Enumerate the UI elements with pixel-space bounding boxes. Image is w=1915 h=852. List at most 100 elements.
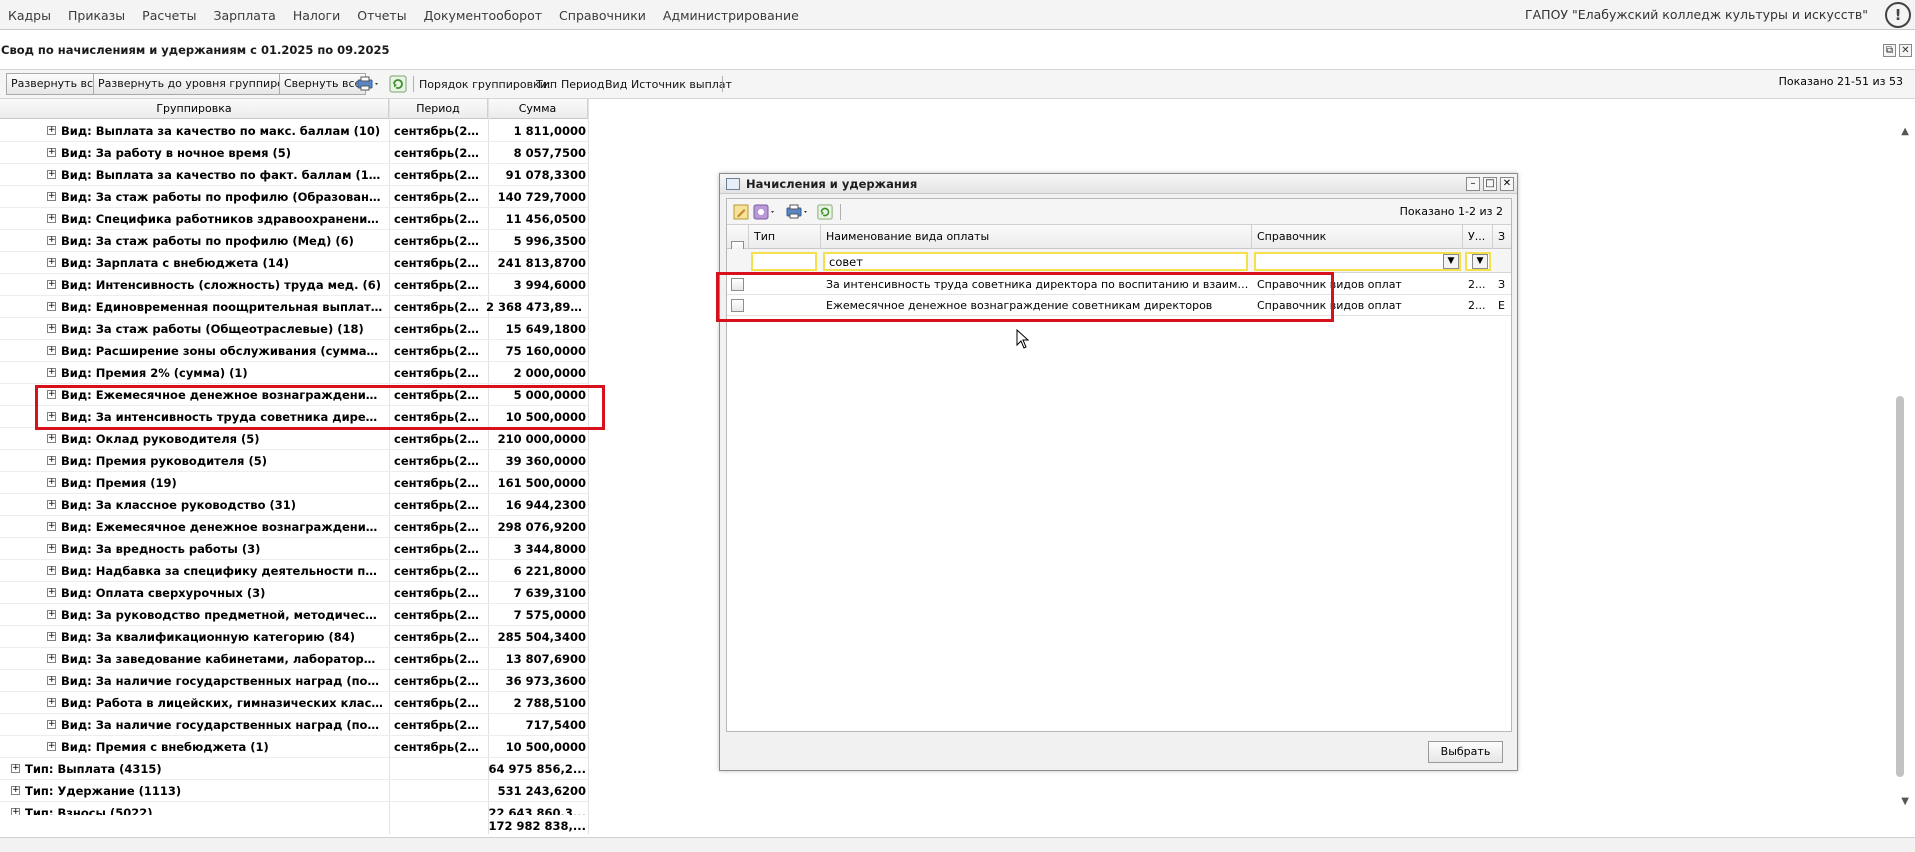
column-header-period[interactable]: Период [389,99,488,119]
kind-group-row[interactable]: + Вид: Ежемесячное денежное вознаграждени… [0,516,588,538]
column-header-u[interactable]: У... [1463,225,1493,249]
expand-to-group-level-button[interactable]: Развернуть до уровня группировки [93,73,310,95]
close-report-button[interactable]: ✕ [1899,44,1912,57]
expand-plus-icon[interactable]: + [47,324,56,333]
kind-group-row[interactable]: + Вид: Выплата за качество по макс. балла… [0,120,588,142]
expand-plus-icon[interactable]: + [47,456,56,465]
grouping-tag-payment-source[interactable]: Источник выплат [631,78,732,91]
kind-group-row[interactable]: + Вид: Оклад руководителя (5) сентябрь(202… [0,428,588,450]
column-header-type[interactable]: Тип [749,225,821,249]
kind-group-row[interactable]: + Вид: Специфика работников здравоохранен… [0,208,588,230]
printer-icon[interactable] [785,204,811,223]
expand-plus-icon[interactable]: + [47,258,56,267]
menu-item-spravochniki[interactable]: Справочники [551,8,655,23]
expand-plus-icon[interactable]: + [47,522,56,531]
expand-plus-icon[interactable]: + [47,742,56,751]
menu-item-otchety[interactable]: Отчеты [349,8,415,23]
kind-group-row[interactable]: + Вид: За стаж работы (Общеотраслевые) (1… [0,318,588,340]
kind-group-row[interactable]: + Вид: Выплата за качество по факт. балла… [0,164,588,186]
expand-plus-icon[interactable]: + [47,654,56,663]
expand-plus-icon[interactable]: + [47,434,56,443]
column-header-payment-name[interactable]: Наименование вида оплаты [821,225,1252,249]
filter-u-dropdown-icon[interactable]: ▼ [1472,254,1488,269]
column-header-extra[interactable]: З [1493,225,1511,249]
expand-plus-icon[interactable]: + [11,808,20,815]
kind-group-row[interactable]: + Вид: За наличие государственных наград … [0,670,588,692]
kind-group-row[interactable]: + Вид: Единовременная поощрительная выпла… [0,296,588,318]
filter-reference-dropdown-icon[interactable]: ▼ [1443,254,1459,269]
select-all-checkbox[interactable] [731,241,744,249]
expand-plus-icon[interactable]: + [47,214,56,223]
kind-group-row[interactable]: + Вид: Работа в лицейских, гимназических … [0,692,588,714]
expand-plus-icon[interactable]: + [47,368,56,377]
printer-icon[interactable] [356,75,382,93]
kind-group-row[interactable]: + Вид: За классное руководство (31) сентяб… [0,494,588,516]
expand-plus-icon[interactable]: + [47,280,56,289]
select-button[interactable]: Выбрать [1428,741,1503,763]
menu-item-kadry[interactable]: Кадры [0,8,60,23]
refresh-icon[interactable] [389,75,407,93]
scrollbar-thumb[interactable] [1896,396,1904,777]
type-group-row[interactable]: + Тип: Выплата (4315) 64 975 856,2... [0,758,588,780]
expand-plus-icon[interactable]: + [47,610,56,619]
menu-item-nalogi[interactable]: Налоги [285,8,349,23]
kind-group-row[interactable]: + Вид: За стаж работы по профилю (Мед) (6… [0,230,588,252]
grouping-tag-kind[interactable]: Вид [605,78,627,91]
kind-group-row[interactable]: + Вид: За стаж работы по профилю (Образов… [0,186,588,208]
kind-group-row[interactable]: + Вид: Премия с внебюджета (1) сентябрь(20… [0,736,588,758]
grouping-tag-type[interactable]: Тип [536,78,557,91]
collapse-all-button[interactable]: Свернуть все [279,73,367,95]
kind-group-row[interactable]: + Вид: Премия (19) сентябрь(202... 161 500,… [0,472,588,494]
filter-type-input[interactable] [751,252,817,271]
expand-plus-icon[interactable]: + [47,148,56,157]
kind-group-row[interactable]: + Вид: Зарплата с внебюджета (14) сентябрь… [0,252,588,274]
expand-plus-icon[interactable]: + [47,588,56,597]
grouping-tag-period[interactable]: Период [561,78,605,91]
kind-group-row[interactable]: + Вид: За работу в ночное время (5) сентяб… [0,142,588,164]
kind-group-row[interactable]: + Вид: Надбавка за специфику деятельности… [0,560,588,582]
column-header-sum[interactable]: Сумма [488,99,588,119]
expand-plus-icon[interactable]: + [47,170,56,179]
minimize-dialog-button[interactable]: – [1466,177,1480,191]
kind-group-row[interactable]: + Вид: За наличие государственных наград … [0,714,588,736]
expand-plus-icon[interactable]: + [47,698,56,707]
type-group-row[interactable]: + Тип: Взносы (5022) 22 643 860,3... [0,802,588,815]
filter-payment-name-input[interactable] [823,252,1248,271]
expand-plus-icon[interactable]: + [47,544,56,553]
menu-item-zarplata[interactable]: Зарплата [205,8,284,23]
menu-item-administrirovanie[interactable]: Администрирование [655,8,808,23]
expand-plus-icon[interactable]: + [11,786,20,795]
type-group-row[interactable]: + Тип: Удержание (1113) 531 243,6200 [0,780,588,802]
expand-plus-icon[interactable]: + [47,236,56,245]
expand-plus-icon[interactable]: + [47,566,56,575]
menu-item-prikazy[interactable]: Приказы [60,8,134,23]
kind-group-row[interactable]: + Вид: За вредность работы (3) сентябрь(20… [0,538,588,560]
edit-icon[interactable] [733,204,749,223]
add-record-icon[interactable] [753,204,777,223]
kind-group-row[interactable]: + Вид: За заведование кабинетами, лаборат… [0,648,588,670]
expand-plus-icon[interactable]: + [47,478,56,487]
menu-item-raschety[interactable]: Расчеты [134,8,205,23]
kind-group-row[interactable]: + Вид: Оплата сверхурочных (3) сентябрь(20… [0,582,588,604]
expand-plus-icon[interactable]: + [47,676,56,685]
refresh-icon[interactable] [817,204,833,223]
expand-plus-icon[interactable]: + [47,302,56,311]
expand-plus-icon[interactable]: + [47,720,56,729]
column-header-grouping[interactable]: Группировка [0,99,389,119]
restore-window-button[interactable]: ⧉ [1883,44,1896,57]
dialog-title-bar[interactable]: Начисления и удержания – □ ✕ [720,174,1517,194]
kind-group-row[interactable]: + Вид: За руководство предметной, методич… [0,604,588,626]
kind-group-row[interactable]: + Вид: Премия руководителя (5) сентябрь(20… [0,450,588,472]
kind-group-row[interactable]: + Вид: Интенсивность (сложность) труда ме… [0,274,588,296]
expand-plus-icon[interactable]: + [47,500,56,509]
expand-plus-icon[interactable]: + [47,126,56,135]
kind-group-row[interactable]: + Вид: За квалификационную категорию (84)… [0,626,588,648]
expand-plus-icon[interactable]: + [47,632,56,641]
filter-reference-input[interactable] [1254,252,1461,271]
kind-group-row[interactable]: + Вид: Расширение зоны обслуживания (сумм… [0,340,588,362]
kind-group-row[interactable]: + Вид: Премия 2% (сумма) (1) сентябрь(202.… [0,362,588,384]
column-header-reference[interactable]: Справочник [1252,225,1463,249]
expand-plus-icon[interactable]: + [47,346,56,355]
expand-all-button[interactable]: Развернуть все [6,73,105,95]
maximize-dialog-button[interactable]: □ [1483,177,1497,191]
